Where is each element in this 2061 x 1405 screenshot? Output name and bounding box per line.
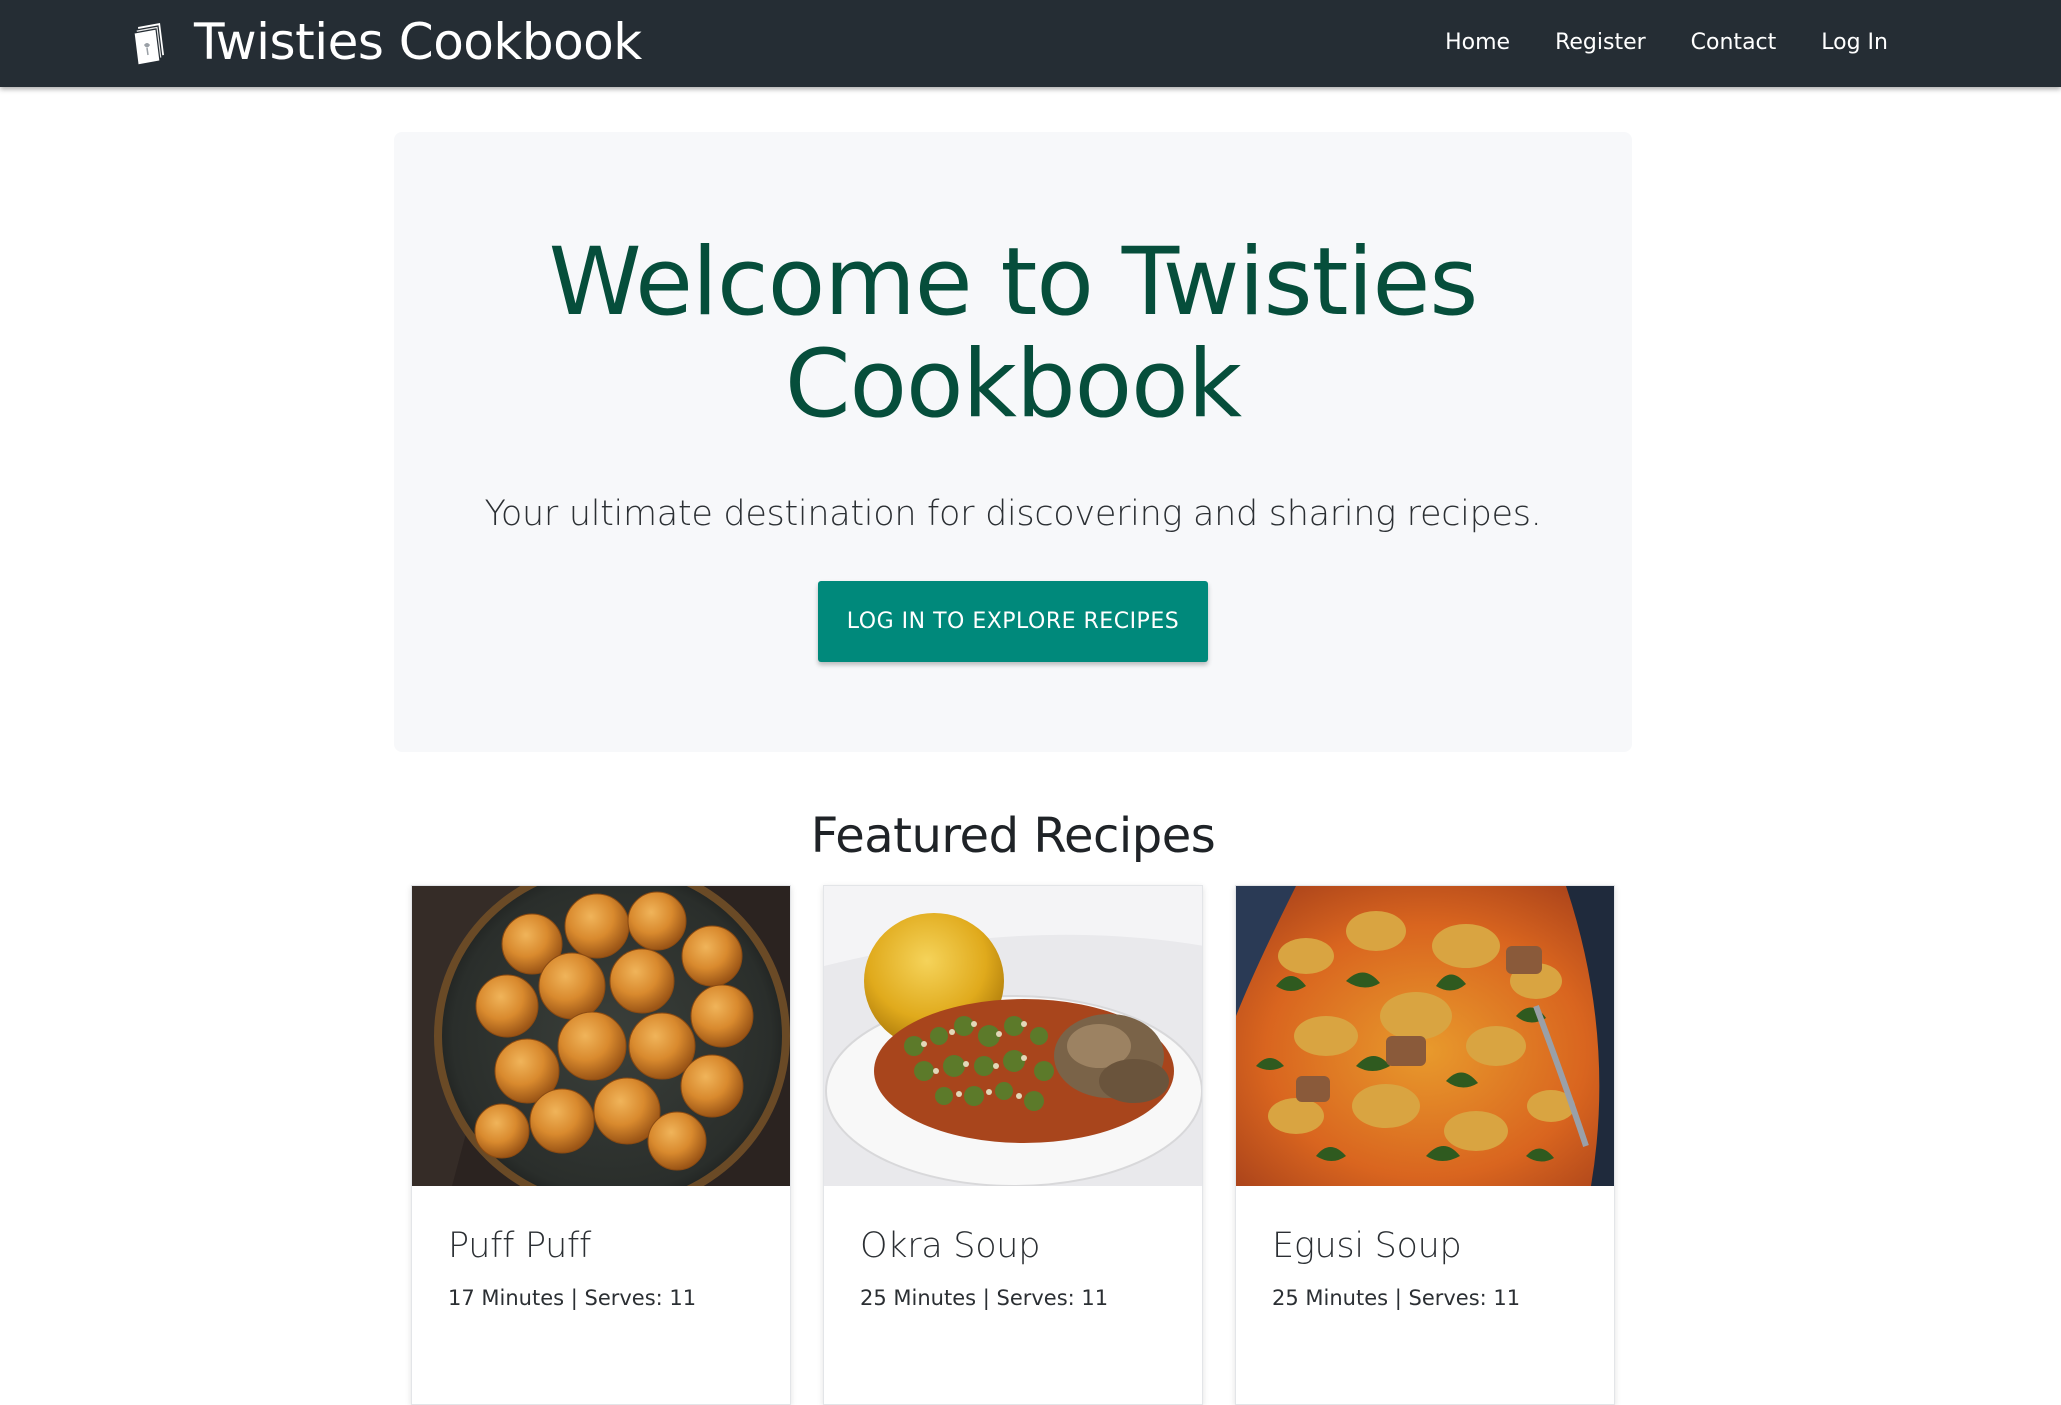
recipe-card-grid: Puff Puff 17 Minutes | Serves: 11 Okra S… (411, 885, 1616, 1405)
recipe-card[interactable]: Okra Soup 25 Minutes | Serves: 11 (823, 885, 1203, 1405)
nav-links: Home Register Contact Log In (1445, 22, 1888, 62)
recipe-card-meta: 25 Minutes | Serves: 11 (1272, 1286, 1521, 1310)
nav-register-link[interactable]: Register (1555, 30, 1646, 55)
nav-contact-link[interactable]: Contact (1691, 30, 1777, 55)
okra-soup-image (824, 886, 1202, 1186)
puff-puff-image (412, 886, 790, 1186)
top-navbar: Twisties Cookbook Home Register Contact … (0, 0, 2061, 87)
egusi-soup-image (1236, 886, 1614, 1186)
recipe-card-meta: 25 Minutes | Serves: 11 (860, 1286, 1109, 1310)
recipe-card[interactable]: Egusi Soup 25 Minutes | Serves: 11 (1235, 885, 1615, 1405)
hero-title-line2: Cookbook (784, 330, 1242, 439)
recipe-card-title: Puff Puff (448, 1226, 592, 1266)
brand-title: Twisties Cookbook (194, 13, 642, 71)
cookbook-icon (133, 23, 164, 65)
featured-recipes-heading: Featured Recipes (810, 808, 1216, 864)
brand-link[interactable]: Twisties Cookbook (130, 12, 642, 72)
recipe-card[interactable]: Puff Puff 17 Minutes | Serves: 11 (411, 885, 791, 1405)
nav-home-link[interactable]: Home (1445, 30, 1510, 55)
nav-login-link[interactable]: Log In (1821, 30, 1888, 55)
recipe-card-title: Egusi Soup (1272, 1226, 1462, 1266)
hero-subtitle: Your ultimate destination for discoverin… (484, 494, 1542, 534)
hero-banner: Welcome to Twisties Cookbook Your ultima… (394, 132, 1632, 752)
recipe-card-meta: 17 Minutes | Serves: 11 (448, 1286, 697, 1310)
recipe-card-title: Okra Soup (860, 1226, 1041, 1266)
hero-title-line1: Welcome to Twisties (548, 228, 1479, 337)
login-to-explore-button[interactable]: LOG IN TO EXPLORE RECIPES (818, 581, 1208, 662)
hero-title: Welcome to Twisties Cookbook (394, 232, 1632, 436)
